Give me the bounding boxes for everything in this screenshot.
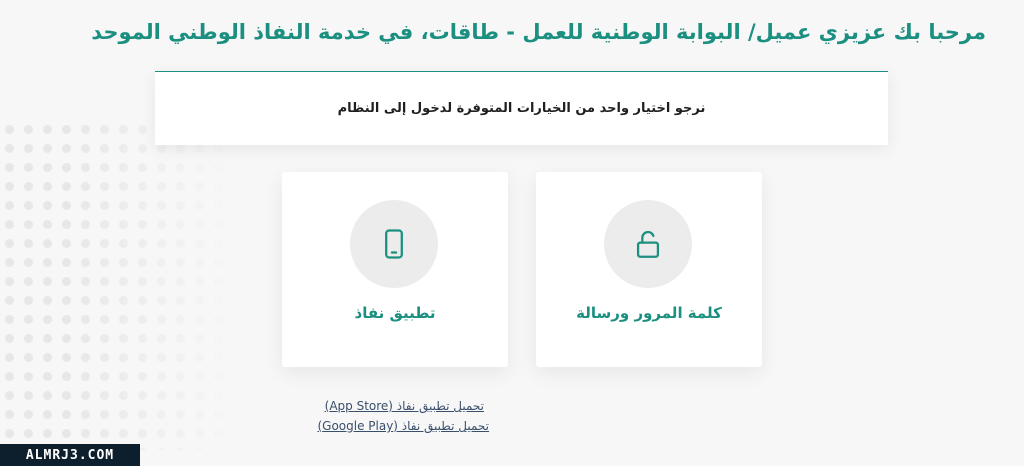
password-sms-option-card[interactable]: كلمة المرور ورسالة (536, 172, 762, 367)
password-sms-option-label: كلمة المرور ورسالة (576, 304, 722, 322)
instruction-text: نرجو اختيار واحد من الخيارات المتوفرة لد… (337, 101, 706, 116)
mobile-phone-icon (350, 200, 438, 288)
instruction-box: نرجو اختيار واحد من الخيارات المتوفرة لد… (155, 71, 888, 145)
app-store-download-link[interactable]: تحميل تطبيق نفاذ (App Store) (325, 399, 484, 413)
page-title: مرحبا بك عزيزي عميل/ البوابة الوطنية للع… (91, 20, 986, 44)
nafath-app-option-label: تطبيق نفاذ (354, 304, 436, 322)
google-play-download-link[interactable]: تحميل تطبيق نفاذ (Google Play) (317, 419, 489, 433)
decorative-dot-pattern (0, 120, 240, 450)
site-watermark: ALMRJ3.COM (0, 444, 140, 466)
nafath-app-option-card[interactable]: تطبيق نفاذ (282, 172, 508, 367)
unlock-icon (604, 200, 692, 288)
